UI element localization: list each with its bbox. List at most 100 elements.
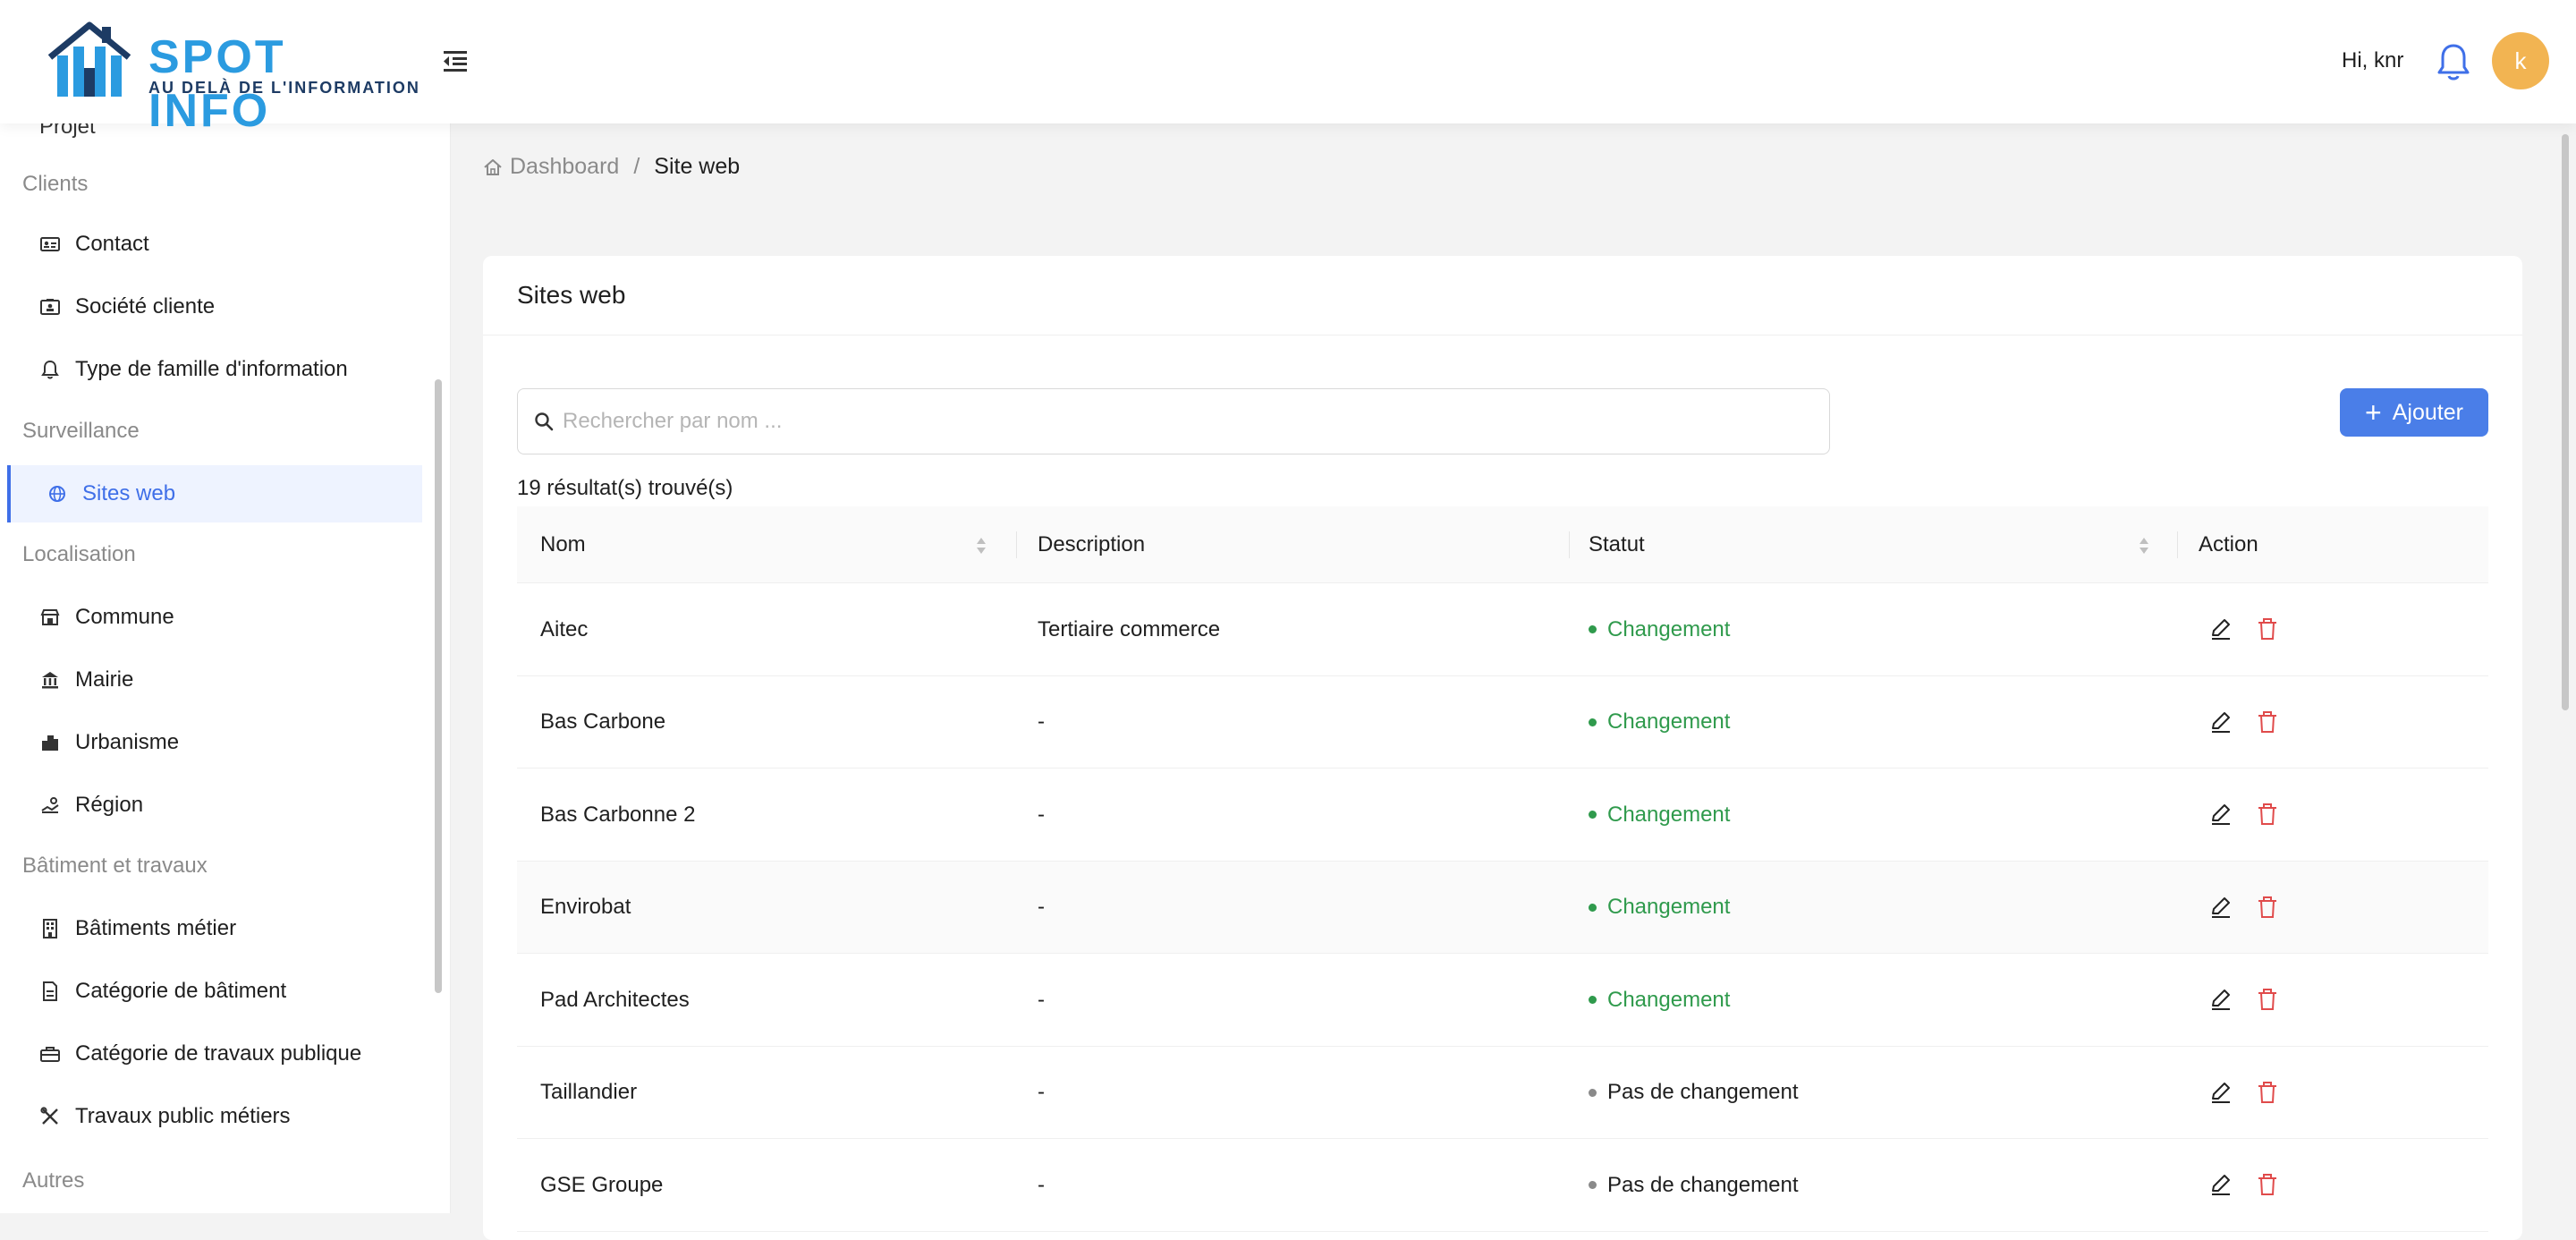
company-icon: [39, 296, 61, 318]
search-icon: [535, 412, 554, 431]
sidebar-item-projet-partial[interactable]: Projet: [39, 123, 96, 140]
sidebar-item-label: Région: [75, 793, 144, 817]
sort-icon[interactable]: [975, 535, 987, 556]
sidebar-item-label: Sites web: [82, 481, 176, 505]
top-header: SPOT INFO AU DELÀ DE L'INFORMATION Hi, k…: [0, 0, 2576, 137]
sidebar-item-label: Mairie: [75, 667, 134, 692]
table-row: Bas Carbone - Changement: [517, 676, 2488, 769]
home-icon[interactable]: [483, 157, 503, 177]
city-icon: [39, 732, 61, 753]
file-icon: [39, 981, 61, 1002]
status-dot: [1589, 903, 1597, 912]
cell-description: -: [1038, 1172, 1045, 1197]
sidebar-item-contact[interactable]: Contact: [7, 216, 422, 273]
sidebar-item-label: Type de famille d'information: [75, 357, 348, 381]
column-header-statut[interactable]: Statut: [1589, 506, 1645, 583]
menu-collapse-icon[interactable]: [440, 45, 472, 77]
page-scrollbar[interactable]: [2562, 134, 2569, 710]
globe-icon: [47, 483, 68, 505]
delete-icon[interactable]: [2254, 801, 2281, 828]
app-logo[interactable]: SPOT INFO AU DELÀ DE L'INFORMATION: [45, 16, 420, 137]
sidebar-item-mairie[interactable]: Mairie: [7, 651, 422, 709]
sidebar-item-travaux-public[interactable]: Travaux public métiers: [7, 1088, 422, 1145]
status-text: Changement: [1607, 895, 1731, 919]
edit-icon[interactable]: [2207, 709, 2234, 735]
delete-icon[interactable]: [2254, 1171, 2281, 1198]
breadcrumb-dashboard-link[interactable]: Dashboard: [510, 154, 619, 180]
edit-icon[interactable]: [2207, 1171, 2234, 1198]
status-text: Changement: [1607, 616, 1731, 641]
card-title: Sites web: [517, 281, 626, 309]
sidebar-item-societe-cliente[interactable]: Société cliente: [7, 278, 422, 335]
edit-icon[interactable]: [2207, 894, 2234, 921]
breadcrumb-current: Site web: [654, 154, 741, 179]
cell-description: -: [1038, 802, 1045, 827]
cell-description: -: [1038, 987, 1045, 1012]
edit-icon[interactable]: [2207, 801, 2234, 828]
add-button[interactable]: + Ajouter: [2340, 388, 2488, 437]
sidebar-item-sites-web[interactable]: Sites web: [7, 465, 422, 522]
status-dot: [1589, 625, 1597, 633]
bank-icon: [39, 669, 61, 691]
cell-nom: Aitec: [540, 616, 589, 641]
sites-web-card: Sites web + Ajouter 19 résultat(s) trouv…: [483, 256, 2522, 1240]
search-input[interactable]: [563, 409, 1797, 434]
cell-description: Tertiaire commerce: [1038, 616, 1221, 641]
sidebar-item-type-famille[interactable]: Type de famille d'information: [7, 341, 422, 398]
sidebar-item-commune[interactable]: Commune: [7, 589, 422, 646]
sort-icon[interactable]: [2138, 535, 2150, 556]
user-avatar[interactable]: k: [2492, 32, 2549, 89]
breadcrumb: Dashboard / Site web: [483, 154, 740, 180]
delete-icon[interactable]: [2254, 986, 2281, 1013]
sidebar-item-label: Urbanisme: [75, 730, 180, 754]
cell-statut: Pas de changement: [1589, 1047, 1798, 1139]
sidebar-group-autres: Autres: [22, 1168, 85, 1193]
plus-icon: +: [2365, 396, 2382, 429]
cell-statut: Pas de changement: [1589, 1139, 1798, 1231]
notification-bell-icon[interactable]: [2435, 41, 2472, 82]
sidebar-item-categorie-travaux[interactable]: Catégorie de travaux publique: [7, 1025, 422, 1083]
sidebar-item-urbanisme[interactable]: Urbanisme: [7, 714, 422, 771]
delete-icon[interactable]: [2254, 1079, 2281, 1106]
edit-icon[interactable]: [2207, 986, 2234, 1013]
sidebar-item-label: Catégorie de bâtiment: [75, 979, 287, 1003]
table-row: Taillandier - Pas de changement: [517, 1047, 2488, 1139]
cell-nom: Bas Carbone: [540, 709, 666, 734]
edit-icon[interactable]: [2207, 1079, 2234, 1106]
logo-house-icon: [47, 21, 131, 97]
delete-icon[interactable]: [2254, 709, 2281, 735]
cell-statut: Changement: [1589, 769, 1730, 861]
sidebar-item-batiments-metier[interactable]: Bâtiments métier: [7, 900, 422, 957]
status-dot: [1589, 718, 1597, 726]
delete-icon[interactable]: [2254, 616, 2281, 642]
column-header-nom[interactable]: Nom: [540, 506, 586, 583]
cell-nom: Envirobat: [540, 895, 631, 919]
cell-description: -: [1038, 709, 1045, 734]
sidebar-group-batiment: Bâtiment et travaux: [22, 854, 208, 878]
cell-statut: Changement: [1589, 862, 1730, 954]
sidebar-item-label: Catégorie de travaux publique: [75, 1041, 362, 1066]
delete-icon[interactable]: [2254, 894, 2281, 921]
status-text: Changement: [1607, 802, 1731, 827]
sidebar-item-label: Travaux public métiers: [75, 1104, 291, 1128]
column-separator: [1016, 531, 1017, 558]
cell-description: -: [1038, 895, 1045, 919]
status-text: Changement: [1607, 987, 1731, 1012]
sidebar-group-clients: Clients: [22, 172, 89, 196]
sidebar-group-localisation: Localisation: [22, 542, 136, 566]
status-dot: [1589, 811, 1597, 819]
sidebar-scrollbar[interactable]: [435, 379, 442, 993]
sidebar-item-label: Société cliente: [75, 294, 216, 318]
sidebar-item-region[interactable]: Région: [7, 777, 422, 834]
search-box[interactable]: [517, 388, 1830, 454]
status-dot: [1589, 1181, 1597, 1189]
sidebar-item-categorie-batiment[interactable]: Catégorie de bâtiment: [7, 963, 422, 1020]
column-header-action: Action: [2199, 532, 2258, 556]
status-dot: [1589, 1088, 1597, 1097]
table-row: Aitec Tertiaire commerce Changement: [517, 583, 2488, 676]
edit-icon[interactable]: [2207, 616, 2234, 642]
table-header: Nom Description Statut Action: [517, 506, 2488, 583]
sidebar-group-surveillance: Surveillance: [22, 419, 140, 443]
column-header-description: Description: [1038, 532, 1146, 556]
cell-nom: Taillandier: [540, 1080, 638, 1104]
